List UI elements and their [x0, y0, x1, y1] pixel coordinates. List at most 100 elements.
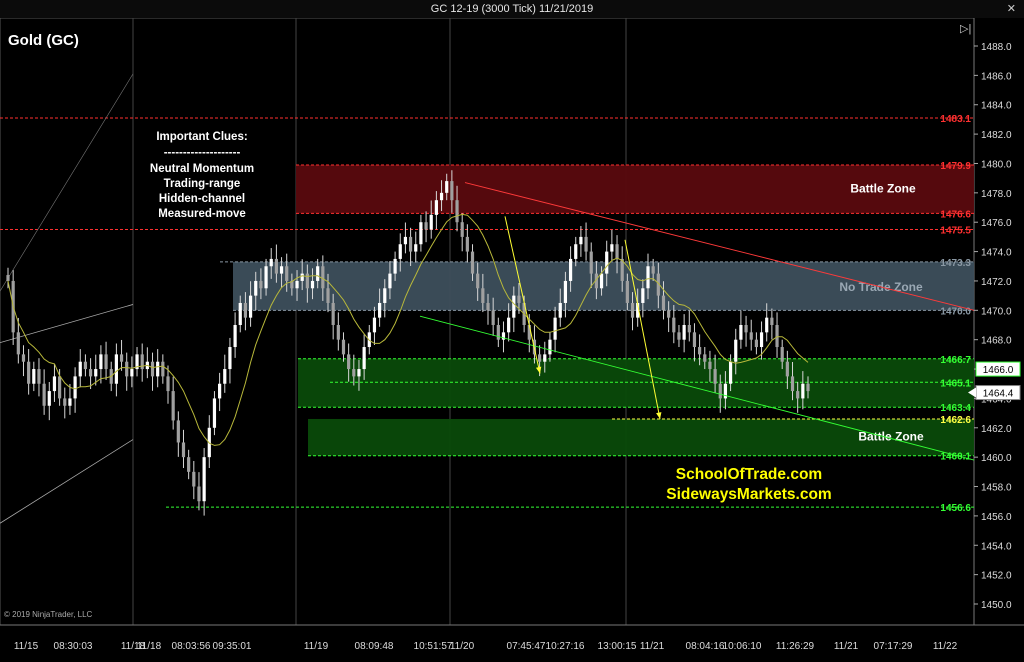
candle-body [589, 251, 593, 274]
time-axis-label: 08:09:48 [355, 641, 394, 652]
candle-body [507, 317, 511, 333]
candle-body [667, 310, 671, 318]
candle-body [228, 347, 232, 370]
time-axis-label: 11/22 [933, 641, 958, 652]
candle-body [269, 258, 273, 267]
price-chart[interactable]: 1483.1 1479.9 1476.6 1475.5 1473.3 1470.0 1466… [0, 18, 1024, 662]
price-axis-tick-label: 1478.0 [981, 189, 1012, 200]
candle-body [641, 288, 645, 303]
candle-body [37, 369, 41, 384]
clue-line: Measured-move [158, 208, 246, 220]
close-icon[interactable]: ✕ [1007, 0, 1016, 18]
candle-body [450, 181, 454, 201]
plot-area[interactable] [0, 18, 975, 626]
candle-body [243, 302, 248, 318]
copyright-notice: © 2019 NinjaTrader, LLC [4, 610, 93, 619]
time-axis-label: 08:03:56 [172, 641, 211, 652]
time-axis-label: 10:27:16 [546, 641, 585, 652]
window-title: GC 12-19 (3000 Tick) 11/21/2019 [430, 3, 594, 15]
candle-body [88, 369, 93, 377]
candle-body [749, 332, 753, 340]
candle-body [181, 442, 186, 458]
candle-body [331, 302, 335, 325]
candle-body [687, 325, 691, 333]
price-axis-tick-label: 1460.0 [981, 453, 1012, 464]
candle-body [310, 280, 315, 289]
level-label: 1460.1 [940, 452, 971, 463]
clue-line: Trading-range [164, 178, 241, 190]
candle-body [347, 354, 351, 370]
level-label: 1476.6 [940, 209, 971, 220]
candle-body [434, 200, 438, 215]
candle-body [553, 317, 557, 340]
candle-body [734, 339, 738, 362]
candle-body [770, 317, 774, 325]
candle-body [568, 258, 573, 281]
price-axis-tick-label: 1450.0 [981, 600, 1012, 611]
candle-body [708, 361, 712, 370]
candle-body [739, 325, 743, 340]
candle-body [114, 354, 118, 384]
candle-body [759, 332, 764, 348]
candle-body [78, 361, 82, 377]
level-label: 1483.1 [940, 114, 971, 125]
current-price-label: 1464.4 [983, 389, 1014, 400]
candle-body [32, 369, 36, 384]
candle-body [481, 288, 485, 303]
candle-body [321, 266, 325, 289]
price-axis-tick-label: 1476.0 [981, 218, 1012, 229]
candle-body [465, 236, 469, 252]
price-axis-tick-label: 1472.0 [981, 277, 1012, 288]
price-axis-tick-label: 1452.0 [981, 571, 1012, 582]
level-label: 1470.0 [940, 306, 971, 317]
candle-body [455, 200, 459, 223]
candle-body [806, 383, 810, 392]
candle-body [6, 275, 10, 281]
level-label: 1462.6 [940, 415, 971, 426]
clues-title: Important Clues: [156, 131, 247, 143]
candle-body [326, 288, 330, 303]
candle-body [16, 332, 20, 355]
candle-body [517, 295, 521, 303]
candle-body [790, 376, 795, 392]
candle-body [605, 251, 609, 274]
candle-body [58, 376, 62, 399]
candle-body [491, 310, 495, 325]
candle-body [372, 317, 377, 333]
time-axis-label: 13:00:15 [598, 641, 637, 652]
time-axis-label: 07:45:47 [507, 641, 546, 652]
candle-body [52, 376, 57, 392]
candle-body [187, 457, 191, 472]
candle-body [341, 339, 346, 355]
time-axis-label: 11/15 [14, 641, 39, 652]
candle-body [698, 347, 702, 355]
candle-body [285, 266, 289, 281]
candle-body [414, 244, 418, 252]
price-axis-tick-label: 1484.0 [981, 101, 1012, 112]
candle-body [393, 258, 397, 274]
price-axis-tick-label: 1468.0 [981, 336, 1012, 347]
price-axis-tick-label: 1454.0 [981, 541, 1012, 552]
candle-body [218, 383, 222, 399]
time-axis-label: 11/21 [640, 641, 665, 652]
candle-body [646, 266, 650, 289]
candle-body [610, 244, 614, 252]
candle-body [775, 325, 779, 348]
candle-body [801, 383, 805, 399]
candle-body [398, 244, 402, 259]
candle-body [476, 273, 480, 289]
clue-line: Neutral Momentum [150, 163, 254, 175]
candle-body [99, 354, 103, 370]
candle-body [785, 361, 789, 377]
candle-body [796, 391, 800, 399]
candle-body [728, 361, 733, 384]
candle-body [21, 354, 26, 362]
candle-body [599, 273, 604, 289]
candle-body [692, 332, 697, 348]
candle-body [563, 280, 568, 303]
candle-body [408, 236, 413, 252]
price-axis-tick-label: 1488.0 [981, 42, 1012, 53]
candle-body [558, 302, 562, 318]
candle-body [470, 251, 475, 274]
candle-body [94, 369, 98, 377]
